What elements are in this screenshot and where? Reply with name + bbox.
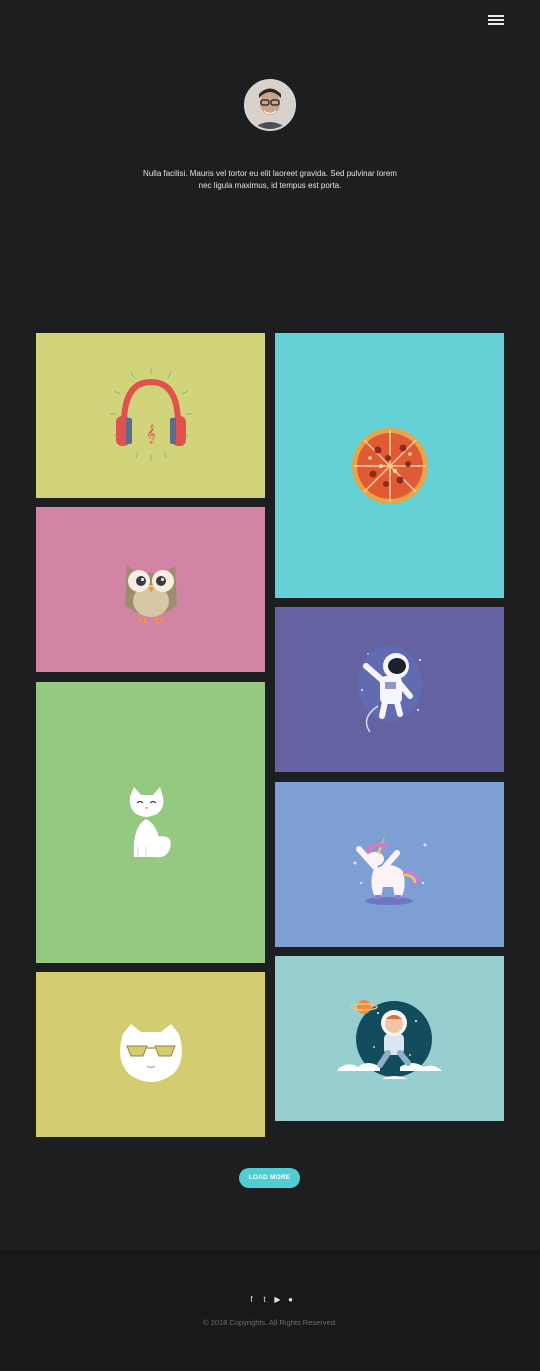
astronaut-icon bbox=[357, 645, 422, 732]
gallery-tile-pizza[interactable] bbox=[275, 333, 504, 598]
portrait-avatar-icon bbox=[246, 81, 294, 129]
gallery-tile-space-kid[interactable] bbox=[275, 956, 504, 1121]
load-more-button[interactable]: LOAD MORE bbox=[239, 1168, 300, 1188]
intro-text: Nulla facilisi. Mauris vel tortor eu eli… bbox=[143, 169, 397, 190]
cool-cat-icon bbox=[119, 1023, 182, 1082]
gallery-tile-cool-cat[interactable] bbox=[36, 972, 265, 1137]
youtube-icon[interactable]: ▶ bbox=[274, 1296, 281, 1304]
hamburger-menu-icon bbox=[488, 15, 504, 17]
github-icon[interactable]: ● bbox=[287, 1296, 294, 1304]
pizza-icon bbox=[351, 427, 428, 504]
twitter-icon[interactable]: t bbox=[261, 1296, 268, 1304]
social-links: f t ▶ ● bbox=[248, 1296, 294, 1304]
avatar bbox=[244, 79, 296, 131]
dabbing-unicorn-icon bbox=[353, 834, 426, 905]
space-kid-icon bbox=[337, 999, 442, 1079]
white-cat-icon bbox=[129, 786, 171, 857]
hamburger-menu-button[interactable] bbox=[488, 14, 504, 26]
facebook-icon[interactable]: f bbox=[248, 1296, 255, 1304]
footer: f t ▶ ● © 2018 Copyrights. All Rights Re… bbox=[0, 1250, 540, 1371]
owl-icon bbox=[124, 564, 177, 623]
gallery-tile-owl[interactable] bbox=[36, 507, 265, 672]
headphones-icon: 𝄞 bbox=[109, 367, 192, 461]
copyright-text: © 2018 Copyrights. All Rights Reserved. bbox=[203, 1318, 337, 1327]
gallery-tile-headphones[interactable]: 𝄞 bbox=[36, 333, 265, 498]
gallery-tile-unicorn[interactable] bbox=[275, 782, 504, 947]
svg-text:𝄞: 𝄞 bbox=[146, 424, 155, 444]
gallery-tile-white-cat[interactable] bbox=[36, 682, 265, 963]
gallery-tile-astronaut[interactable] bbox=[275, 607, 504, 772]
